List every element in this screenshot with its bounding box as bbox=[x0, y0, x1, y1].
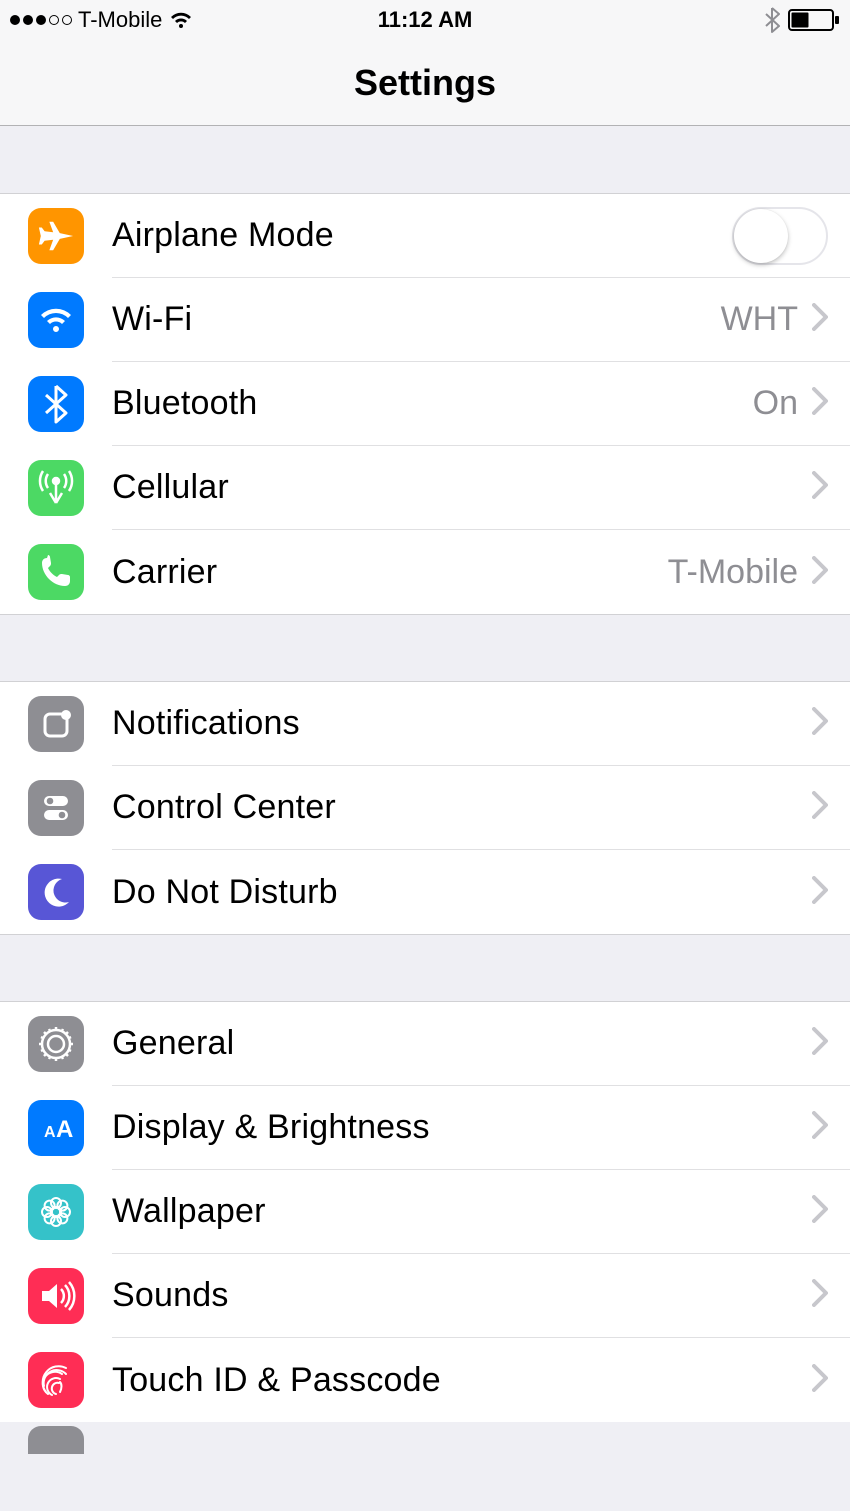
settings-section-general: General AA Display & Brightness Wallpape… bbox=[0, 1002, 850, 1422]
signal-strength-icon bbox=[10, 15, 72, 25]
fingerprint-icon bbox=[28, 1352, 84, 1408]
svg-text:A: A bbox=[44, 1124, 56, 1141]
svg-text:A: A bbox=[56, 1116, 73, 1143]
row-do-not-disturb[interactable]: Do Not Disturb bbox=[0, 850, 850, 934]
row-touch-id[interactable]: Touch ID & Passcode bbox=[0, 1338, 850, 1422]
row-label: Display & Brightness bbox=[112, 1108, 812, 1147]
chevron-right-icon bbox=[812, 876, 828, 909]
chevron-right-icon bbox=[812, 1279, 828, 1312]
status-left: T-Mobile bbox=[10, 7, 378, 33]
row-display-brightness[interactable]: AA Display & Brightness bbox=[0, 1086, 850, 1170]
section-separator bbox=[0, 614, 850, 682]
moon-icon bbox=[28, 864, 84, 920]
row-label: Sounds bbox=[112, 1276, 812, 1315]
bluetooth-status-icon bbox=[764, 7, 780, 33]
section-separator bbox=[0, 126, 850, 194]
chevron-right-icon bbox=[812, 1111, 828, 1144]
row-sounds[interactable]: Sounds bbox=[0, 1254, 850, 1338]
row-label: Notifications bbox=[112, 704, 812, 743]
status-bar: T-Mobile 11:12 AM bbox=[0, 0, 850, 40]
row-wifi[interactable]: Wi-Fi WHT bbox=[0, 278, 850, 362]
row-label: Wallpaper bbox=[112, 1192, 812, 1231]
row-airplane-mode[interactable]: Airplane Mode bbox=[0, 194, 850, 278]
status-right bbox=[472, 7, 840, 33]
row-partial bbox=[0, 1422, 850, 1454]
row-control-center[interactable]: Control Center bbox=[0, 766, 850, 850]
row-label: Touch ID & Passcode bbox=[112, 1361, 812, 1400]
speaker-icon bbox=[28, 1268, 84, 1324]
row-label: Wi-Fi bbox=[112, 300, 721, 339]
chevron-right-icon bbox=[812, 303, 828, 336]
row-bluetooth[interactable]: Bluetooth On bbox=[0, 362, 850, 446]
notifications-icon bbox=[28, 696, 84, 752]
chevron-right-icon bbox=[812, 471, 828, 504]
row-label: Airplane Mode bbox=[112, 216, 732, 255]
row-label: Control Center bbox=[112, 788, 812, 827]
row-value: T-Mobile bbox=[668, 553, 798, 592]
row-label: Cellular bbox=[112, 468, 812, 507]
chevron-right-icon bbox=[812, 556, 828, 589]
chevron-right-icon bbox=[812, 791, 828, 824]
carrier-label: T-Mobile bbox=[78, 7, 162, 33]
text-size-icon: AA bbox=[28, 1100, 84, 1156]
row-value: WHT bbox=[721, 300, 798, 339]
chevron-right-icon bbox=[812, 707, 828, 740]
airplane-icon bbox=[28, 208, 84, 264]
section-separator bbox=[0, 934, 850, 1002]
settings-section-alerts: Notifications Control Center Do Not Dist… bbox=[0, 682, 850, 934]
battery-icon bbox=[788, 9, 840, 31]
navigation-bar: Settings bbox=[0, 40, 850, 126]
airplane-mode-toggle[interactable] bbox=[732, 207, 828, 265]
page-title: Settings bbox=[354, 62, 496, 104]
row-cellular[interactable]: Cellular bbox=[0, 446, 850, 530]
phone-icon bbox=[28, 544, 84, 600]
chevron-right-icon bbox=[812, 1195, 828, 1228]
row-label: Carrier bbox=[112, 553, 668, 592]
chevron-right-icon bbox=[812, 1027, 828, 1060]
bluetooth-icon bbox=[28, 376, 84, 432]
chevron-right-icon bbox=[812, 387, 828, 420]
privacy-icon bbox=[28, 1426, 84, 1454]
cellular-icon bbox=[28, 460, 84, 516]
row-label: Do Not Disturb bbox=[112, 873, 812, 912]
settings-section-connectivity: Airplane Mode Wi-Fi WHT Bluetooth On Cel… bbox=[0, 194, 850, 614]
row-value: On bbox=[753, 384, 798, 423]
row-label: Bluetooth bbox=[112, 384, 753, 423]
row-wallpaper[interactable]: Wallpaper bbox=[0, 1170, 850, 1254]
control-center-icon bbox=[28, 780, 84, 836]
clock-label: 11:12 AM bbox=[378, 7, 473, 33]
chevron-right-icon bbox=[812, 1364, 828, 1397]
row-label: General bbox=[112, 1024, 812, 1063]
row-general[interactable]: General bbox=[0, 1002, 850, 1086]
row-notifications[interactable]: Notifications bbox=[0, 682, 850, 766]
wifi-icon bbox=[28, 292, 84, 348]
wifi-status-icon bbox=[168, 10, 194, 30]
row-carrier[interactable]: Carrier T-Mobile bbox=[0, 530, 850, 614]
gear-icon bbox=[28, 1016, 84, 1072]
flower-icon bbox=[28, 1184, 84, 1240]
